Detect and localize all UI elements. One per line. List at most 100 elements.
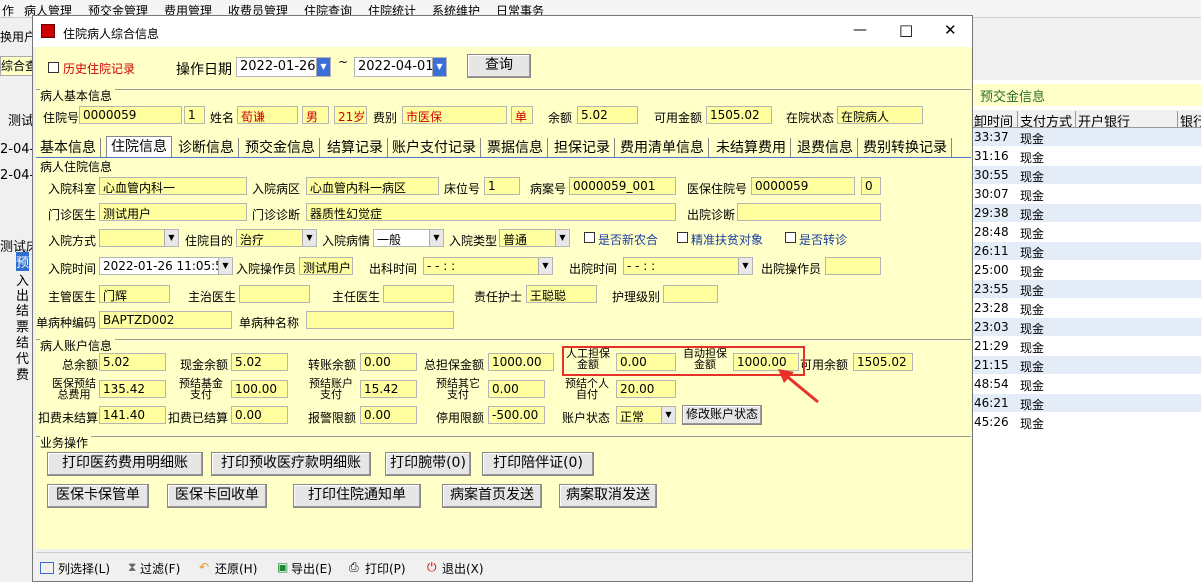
tab-fee-list[interactable]: 费用清单信息	[616, 138, 709, 158]
rybq-field[interactable]: 心血管内科一病区	[306, 177, 439, 195]
tab-guarantee[interactable]: 担保记录	[550, 138, 615, 158]
ryczy-field[interactable]: 测试用户	[299, 257, 353, 275]
sex-field[interactable]: 男	[302, 106, 329, 124]
ryfs-select[interactable]: ▼	[99, 229, 179, 247]
deposit-row[interactable]: 23:55 现金	[972, 280, 1201, 299]
yjqt-field[interactable]: 0.00	[488, 380, 545, 398]
tab-diagnosis[interactable]: 诊断信息	[174, 138, 239, 158]
deposit-row[interactable]: 45:26 现金	[972, 413, 1201, 432]
mzzd-field[interactable]: 器质性幻觉症	[306, 203, 676, 221]
deposit-row[interactable]: 29:38 现金	[972, 204, 1201, 223]
cysj-picker[interactable]: - - : : ▼	[623, 257, 753, 275]
tyxe-field[interactable]: -500.00	[488, 406, 545, 424]
dan-field[interactable]: 单	[511, 106, 533, 124]
send-record-button[interactable]: 病案首页发送	[442, 484, 542, 508]
deposit-row[interactable]: 26:11 现金	[972, 242, 1201, 261]
date-from-select[interactable]: 2022-01-26 ▼	[236, 57, 331, 77]
zye-field[interactable]: 5.02	[99, 353, 166, 371]
bjxe-field[interactable]: 0.00	[360, 406, 417, 424]
deposit-row[interactable]: 48:54 现金	[972, 375, 1201, 394]
filter-button[interactable]: 过滤(F)	[140, 560, 180, 577]
age-field[interactable]: 21岁	[334, 106, 367, 124]
history-checkbox[interactable]	[48, 62, 59, 73]
bah-field[interactable]: 0000059_001	[569, 177, 676, 195]
cancel-send-button[interactable]: 病案取消发送	[559, 484, 657, 508]
deposit-row[interactable]: 25:00 现金	[972, 261, 1201, 280]
deposit-row[interactable]: 21:29 现金	[972, 337, 1201, 356]
zhzt-select[interactable]: 正常 ▼	[616, 406, 676, 424]
deposit-row[interactable]: 23:28 现金	[972, 299, 1201, 318]
print-button[interactable]: 打印(P)	[365, 560, 406, 577]
card-custody-button[interactable]: 医保卡保管单	[47, 484, 149, 508]
minimize-icon[interactable]: —	[853, 22, 867, 38]
zrhs-field[interactable]: 王聪聪	[526, 285, 597, 303]
deposit-row[interactable]: 30:07 现金	[972, 185, 1201, 204]
ye-field[interactable]: 5.02	[577, 106, 638, 124]
ybzyh-field[interactable]: 0000059	[751, 177, 855, 195]
ybzfy-field[interactable]: 135.42	[99, 380, 166, 398]
name-field[interactable]: 荀谦	[237, 106, 298, 124]
zzye-field[interactable]: 0.00	[360, 353, 417, 371]
yjjj-field[interactable]: 100.00	[231, 380, 288, 398]
rysj-picker[interactable]: 2022-01-26 11:05:56 ▼	[99, 257, 233, 275]
cyzd-field[interactable]	[737, 203, 881, 221]
deposit-row[interactable]: 33:37 现金	[972, 128, 1201, 147]
kfwj-field[interactable]: 141.40	[99, 406, 166, 424]
yjzh-field[interactable]: 15.42	[360, 380, 417, 398]
kfyj-field[interactable]: 0.00	[231, 406, 288, 424]
yjgr-field[interactable]: 20.00	[616, 380, 676, 398]
kyje-field[interactable]: 1505.02	[706, 106, 772, 124]
print-drug-fee-button[interactable]: 打印医药费用明细账	[47, 452, 203, 476]
deposit-row[interactable]: 21:15 现金	[972, 356, 1201, 375]
tab-refund[interactable]: 退费信息	[793, 138, 858, 158]
close-icon[interactable]: ✕	[944, 21, 957, 39]
modify-status-button[interactable]: 修改账户状态	[682, 405, 762, 425]
cksj-picker[interactable]: - - : : ▼	[423, 257, 553, 275]
tab-settlement[interactable]: 结算记录	[323, 138, 388, 158]
zdbje-field[interactable]: 1000.00	[488, 353, 554, 371]
exit-button[interactable]: 退出(X)	[442, 560, 484, 577]
dbz-bm-field[interactable]: BAPTZD002	[99, 311, 232, 329]
dbz-mc-field[interactable]	[306, 311, 454, 329]
ryks-field[interactable]: 心血管内科一	[99, 177, 247, 195]
zgys-field[interactable]: 门辉	[99, 285, 170, 303]
kyye-field[interactable]: 1505.02	[853, 353, 913, 371]
mzys-field[interactable]: 测试用户	[99, 203, 247, 221]
zz-checkbox[interactable]	[785, 232, 796, 243]
switch-user-button[interactable]: 换用户	[0, 28, 36, 45]
print-prepay-button[interactable]: 打印预收医疗款明细账	[211, 452, 371, 476]
rybq2-select[interactable]: 一般 ▼	[373, 229, 444, 247]
deposit-row[interactable]: 28:48 现金	[972, 223, 1201, 242]
rymd-select[interactable]: 治疗 ▼	[236, 229, 317, 247]
fp-checkbox[interactable]	[677, 232, 688, 243]
tab-deposit[interactable]: 预交金信息	[241, 138, 320, 158]
fb-field[interactable]: 市医保	[402, 106, 507, 124]
tab-unsettled[interactable]: 未结算费用	[712, 138, 791, 158]
restore-button[interactable]: 还原(H)	[215, 560, 257, 577]
cyczy-field[interactable]	[825, 257, 881, 275]
print-escort-button[interactable]: 打印陪伴证(0)	[482, 452, 594, 476]
deposit-row[interactable]: 30:55 现金	[972, 166, 1201, 185]
xnh-checkbox[interactable]	[584, 232, 595, 243]
xjye-field[interactable]: 5.02	[231, 353, 288, 371]
print-notice-button[interactable]: 打印住院通知单	[293, 484, 421, 508]
zt-field[interactable]: 在院病人	[837, 106, 923, 124]
ybzyh2-field[interactable]: 0	[861, 177, 881, 195]
deposit-row[interactable]: 23:03 现金	[972, 318, 1201, 337]
zrys-field[interactable]	[383, 285, 454, 303]
deposit-row[interactable]: 31:16 现金	[972, 147, 1201, 166]
tab-inpatient[interactable]: 住院信息	[106, 136, 172, 158]
column-select-button[interactable]: 列选择(L)	[58, 560, 110, 577]
card-return-button[interactable]: 医保卡回收单	[167, 484, 267, 508]
date-to-select[interactable]: 2022-04-01 ▼	[354, 57, 447, 77]
export-button[interactable]: 导出(E)	[291, 560, 332, 577]
tab-fee-convert[interactable]: 费别转换记录	[859, 138, 952, 158]
hljb-field[interactable]	[663, 285, 718, 303]
zzys-field[interactable]	[239, 285, 310, 303]
tab-account-pay[interactable]: 账户支付记录	[388, 138, 481, 158]
zyh-field[interactable]: 0000059	[79, 106, 182, 124]
cwh-field[interactable]: 1	[484, 177, 520, 195]
rylx-select[interactable]: 普通 ▼	[499, 229, 570, 247]
tab-basic[interactable]: 基本信息	[36, 138, 101, 158]
zyh2-field[interactable]: 1	[184, 106, 205, 124]
